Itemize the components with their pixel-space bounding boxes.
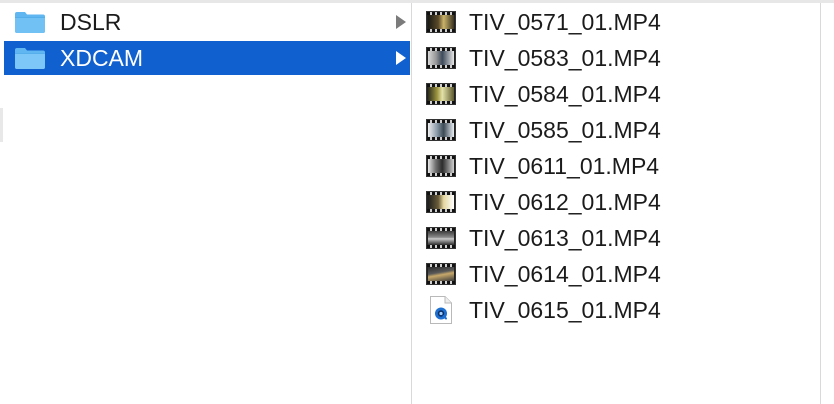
folder-row-xdcam[interactable]: XDCAM: [4, 41, 410, 75]
quicktime-document-icon: [429, 295, 453, 325]
file-row[interactable]: TIV_0571_01.MP4: [412, 4, 820, 40]
file-name: TIV_0615_01.MP4: [469, 297, 661, 323]
folder-icon: [14, 46, 46, 70]
file-row[interactable]: TIV_0613_01.MP4: [412, 220, 820, 256]
video-thumbnail-icon: [426, 191, 456, 213]
video-thumbnail-icon: [426, 119, 456, 141]
file-row[interactable]: TIV_0612_01.MP4: [412, 184, 820, 220]
file-row[interactable]: TIV_0584_01.MP4: [412, 76, 820, 112]
file-name: TIV_0585_01.MP4: [469, 117, 661, 143]
video-thumbnail-icon: [426, 83, 456, 105]
file-name: TIV_0584_01.MP4: [469, 81, 661, 107]
file-name: TIV_0611_01.MP4: [469, 153, 660, 179]
video-thumbnail-icon: [426, 155, 456, 177]
video-thumbnail-icon: [426, 47, 456, 69]
file-row[interactable]: TIV_0585_01.MP4: [412, 112, 820, 148]
folder-name: DSLR: [60, 9, 122, 35]
file-row[interactable]: TIV_0614_01.MP4: [412, 256, 820, 292]
video-thumbnail-icon: [426, 11, 456, 33]
folder-row-dslr[interactable]: DSLR: [4, 5, 410, 39]
file-name: TIV_0583_01.MP4: [469, 45, 661, 71]
file-name: TIV_0612_01.MP4: [469, 189, 661, 215]
file-row[interactable]: TIV_0615_01.MP4: [412, 292, 820, 328]
video-thumbnail-icon: [426, 227, 456, 249]
column-edge-marker: [0, 108, 3, 142]
column-resize-divider-right[interactable]: [820, 3, 821, 404]
file-row[interactable]: TIV_0583_01.MP4: [412, 40, 820, 76]
video-thumbnail-icon: [426, 263, 456, 285]
file-row[interactable]: TIV_0611_01.MP4: [412, 148, 820, 184]
file-name: TIV_0614_01.MP4: [469, 261, 661, 287]
folder-name: XDCAM: [60, 45, 144, 71]
disclosure-arrow-icon: [396, 51, 406, 65]
file-name: TIV_0613_01.MP4: [469, 225, 661, 251]
file-name: TIV_0571_01.MP4: [469, 9, 661, 35]
folder-icon: [14, 10, 46, 34]
disclosure-arrow-icon: [396, 15, 406, 29]
